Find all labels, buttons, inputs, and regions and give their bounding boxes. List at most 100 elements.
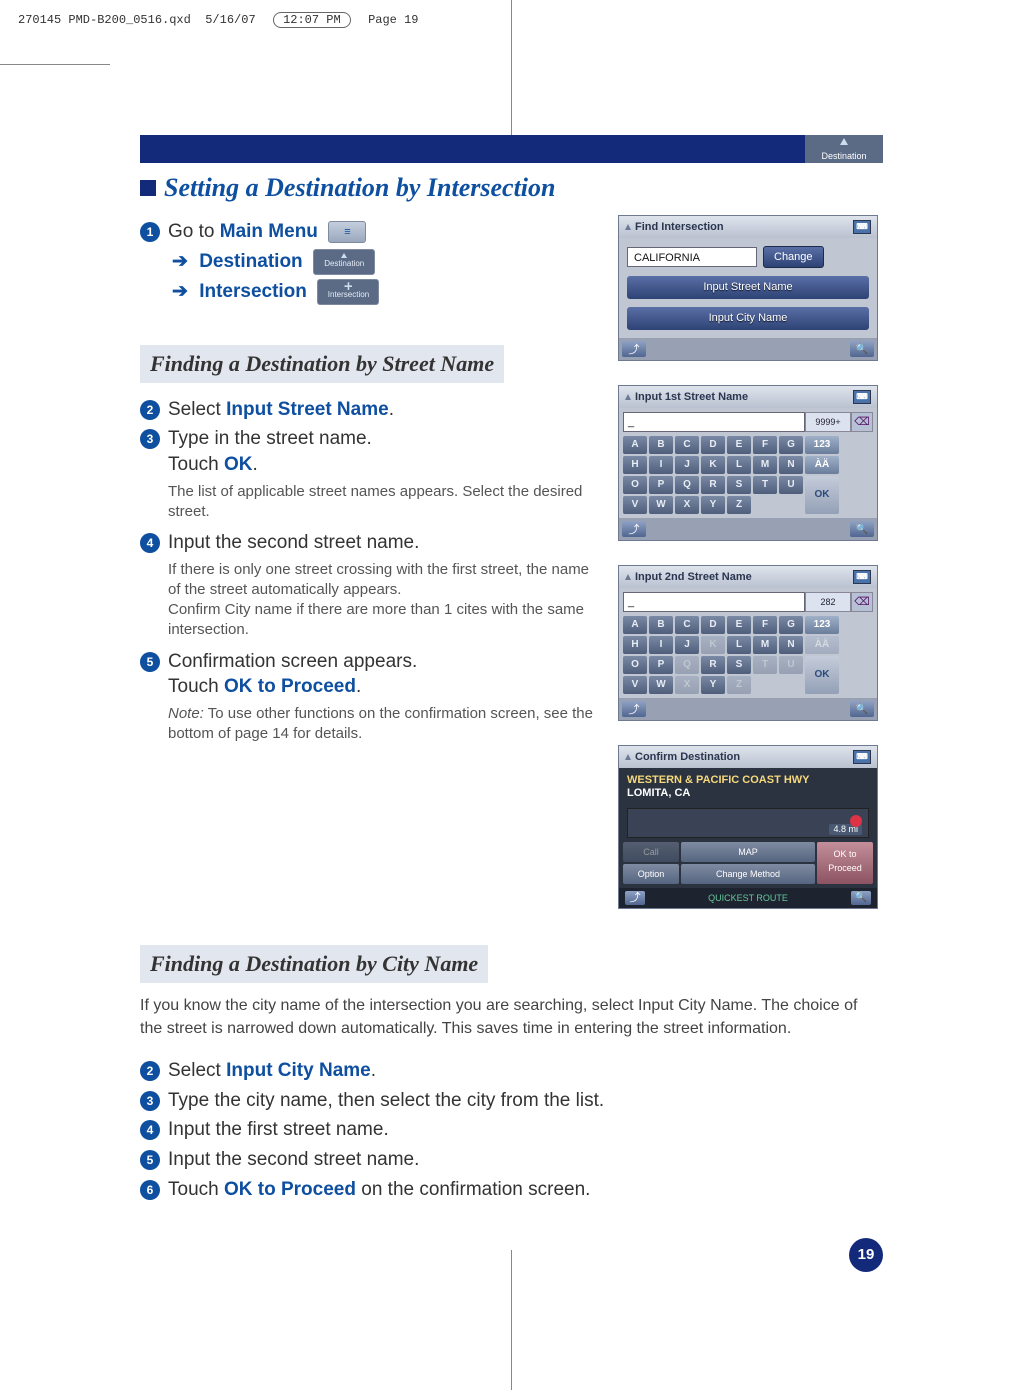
- step-1c-text: ➔ Intersection Intersection: [172, 279, 379, 305]
- key-W[interactable]: W: [649, 676, 673, 694]
- ok-to-proceed-button[interactable]: OK to Proceed: [817, 842, 873, 884]
- key-V[interactable]: V: [623, 676, 647, 694]
- key-L[interactable]: L: [727, 456, 751, 474]
- key-Z[interactable]: Z: [727, 496, 751, 514]
- key-D[interactable]: D: [701, 616, 725, 634]
- key-N[interactable]: N: [779, 636, 803, 654]
- key-K[interactable]: K: [701, 636, 725, 654]
- step-1-text: Go to Main Menu ≡: [168, 219, 366, 245]
- screenshot-confirm-destination: Confirm Destination⌨ WESTERN & PACIFIC C…: [618, 745, 878, 909]
- state-field[interactable]: CALIFORNIA: [627, 247, 757, 267]
- result-count: 9999+: [805, 412, 851, 432]
- destination-icon: Destination: [313, 249, 375, 275]
- back-button[interactable]: ⤴: [625, 891, 645, 905]
- key-U[interactable]: U: [779, 476, 803, 494]
- key-U[interactable]: U: [779, 656, 803, 674]
- screenshot-input-2nd-street: Input 2nd Street Name⌨ _282⌫ ABCDEFG123H…: [618, 565, 878, 721]
- change-button[interactable]: Change: [763, 246, 824, 268]
- backspace-button[interactable]: ⌫: [851, 592, 873, 612]
- map-button[interactable]: MAP: [681, 842, 815, 862]
- key-G[interactable]: G: [779, 436, 803, 454]
- key-I[interactable]: I: [649, 636, 673, 654]
- key-Y[interactable]: Y: [701, 496, 725, 514]
- back-button[interactable]: ⤴: [622, 701, 646, 717]
- key-T[interactable]: T: [753, 476, 777, 494]
- key-E[interactable]: E: [727, 436, 751, 454]
- step-badge-1: 1: [140, 222, 160, 242]
- zoom-button[interactable]: 🔍: [850, 521, 874, 537]
- key-D[interactable]: D: [701, 436, 725, 454]
- key-S[interactable]: S: [727, 476, 751, 494]
- destination-tab: Destination: [805, 135, 883, 163]
- step-b6-text: Touch OK to Proceed on the confirmation …: [168, 1177, 590, 1203]
- key-N[interactable]: N: [779, 456, 803, 474]
- keyboard-icon: ⌨: [853, 750, 871, 764]
- input-street-name-button[interactable]: Input Street Name: [627, 276, 869, 299]
- key-M[interactable]: M: [753, 636, 777, 654]
- key-OK[interactable]: OK: [805, 656, 839, 694]
- key-Y[interactable]: Y: [701, 676, 725, 694]
- street-input[interactable]: _: [623, 592, 805, 612]
- key-K[interactable]: K: [701, 456, 725, 474]
- option-button[interactable]: Option: [623, 864, 679, 884]
- zoom-button[interactable]: 🔍: [850, 341, 874, 357]
- key-C[interactable]: C: [675, 436, 699, 454]
- zoom-button[interactable]: 🔍: [850, 701, 874, 717]
- key-J[interactable]: J: [675, 456, 699, 474]
- key-123[interactable]: 123: [805, 616, 839, 634]
- key-B[interactable]: B: [649, 616, 673, 634]
- key-Z[interactable]: Z: [727, 676, 751, 694]
- key-P[interactable]: P: [649, 476, 673, 494]
- key-H[interactable]: H: [623, 636, 647, 654]
- keyboard-icon: ⌨: [853, 220, 871, 234]
- key-ÀÄ[interactable]: ÀÄ: [805, 456, 839, 474]
- key-R[interactable]: R: [701, 656, 725, 674]
- step-b4-text: Input the first street name.: [168, 1117, 389, 1143]
- zoom-button[interactable]: 🔍: [851, 891, 871, 905]
- key-J[interactable]: J: [675, 636, 699, 654]
- mini-map: 4.8 mi: [627, 808, 869, 838]
- key-E[interactable]: E: [727, 616, 751, 634]
- key-W[interactable]: W: [649, 496, 673, 514]
- key-Q[interactable]: Q: [675, 656, 699, 674]
- section-b-intro: If you know the city name of the interse…: [140, 995, 883, 1040]
- backspace-button[interactable]: ⌫: [851, 412, 873, 432]
- key-X[interactable]: X: [675, 496, 699, 514]
- key-S[interactable]: S: [727, 656, 751, 674]
- key-I[interactable]: I: [649, 456, 673, 474]
- key-Q[interactable]: Q: [675, 476, 699, 494]
- address-line-2: LOMITA, CA: [619, 787, 877, 804]
- key-O[interactable]: O: [623, 476, 647, 494]
- back-button[interactable]: ⤴: [622, 341, 646, 357]
- key-ÀÄ[interactable]: ÀÄ: [805, 636, 839, 654]
- key-123[interactable]: 123: [805, 436, 839, 454]
- step-badge-6: 6: [140, 1180, 160, 1200]
- key-OK[interactable]: OK: [805, 476, 839, 514]
- key-R[interactable]: R: [701, 476, 725, 494]
- key-L[interactable]: L: [727, 636, 751, 654]
- back-button[interactable]: ⤴: [622, 521, 646, 537]
- key-A[interactable]: A: [623, 436, 647, 454]
- key-M[interactable]: M: [753, 456, 777, 474]
- call-button[interactable]: Call: [623, 842, 679, 862]
- key-B[interactable]: B: [649, 436, 673, 454]
- route-label: QUICKEST ROUTE: [708, 894, 788, 903]
- header-bar: Destination: [140, 135, 883, 163]
- key-P[interactable]: P: [649, 656, 673, 674]
- street-input[interactable]: _: [623, 412, 805, 432]
- change-method-button[interactable]: Change Method: [681, 864, 815, 884]
- key-F[interactable]: F: [753, 616, 777, 634]
- key-X[interactable]: X: [675, 676, 699, 694]
- key-F[interactable]: F: [753, 436, 777, 454]
- key-O[interactable]: O: [623, 656, 647, 674]
- input-city-name-button[interactable]: Input City Name: [627, 307, 869, 330]
- key-H[interactable]: H: [623, 456, 647, 474]
- step-b5-text: Input the second street name.: [168, 1147, 419, 1173]
- key-V[interactable]: V: [623, 496, 647, 514]
- step-badge-4: 4: [140, 533, 160, 553]
- key-G[interactable]: G: [779, 616, 803, 634]
- key-C[interactable]: C: [675, 616, 699, 634]
- key-A[interactable]: A: [623, 616, 647, 634]
- step-a4-sub: If there is only one street crossing wit…: [168, 560, 594, 641]
- key-T[interactable]: T: [753, 656, 777, 674]
